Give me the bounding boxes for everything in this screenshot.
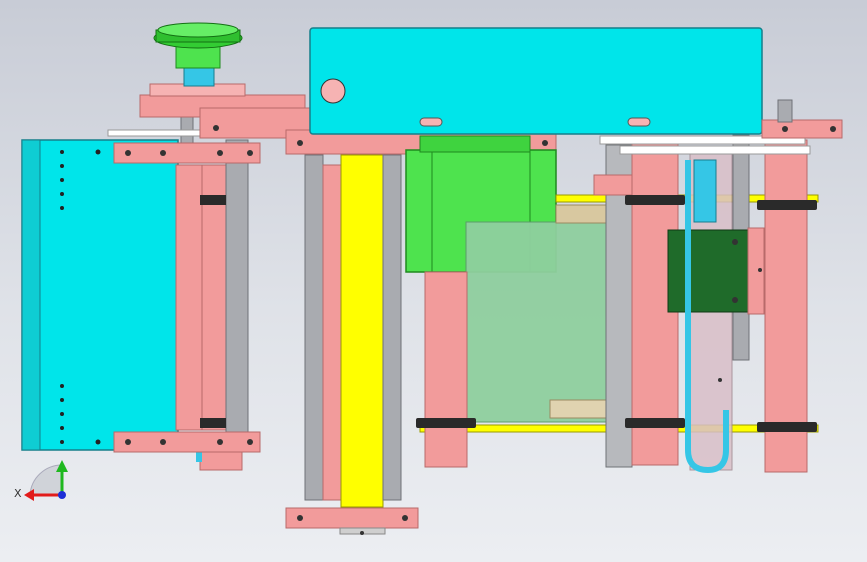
assembly-drawing: X	[14, 22, 843, 535]
center-column	[285, 154, 419, 535]
coordinate-triad: X	[14, 460, 68, 501]
triad-x-label: X	[14, 487, 22, 500]
left-control-box	[21, 139, 179, 451]
pulley-assembly	[139, 22, 306, 118]
top-cover	[309, 27, 763, 135]
triad-z-icon	[58, 491, 66, 499]
cad-viewport[interactable]: X	[0, 0, 867, 562]
